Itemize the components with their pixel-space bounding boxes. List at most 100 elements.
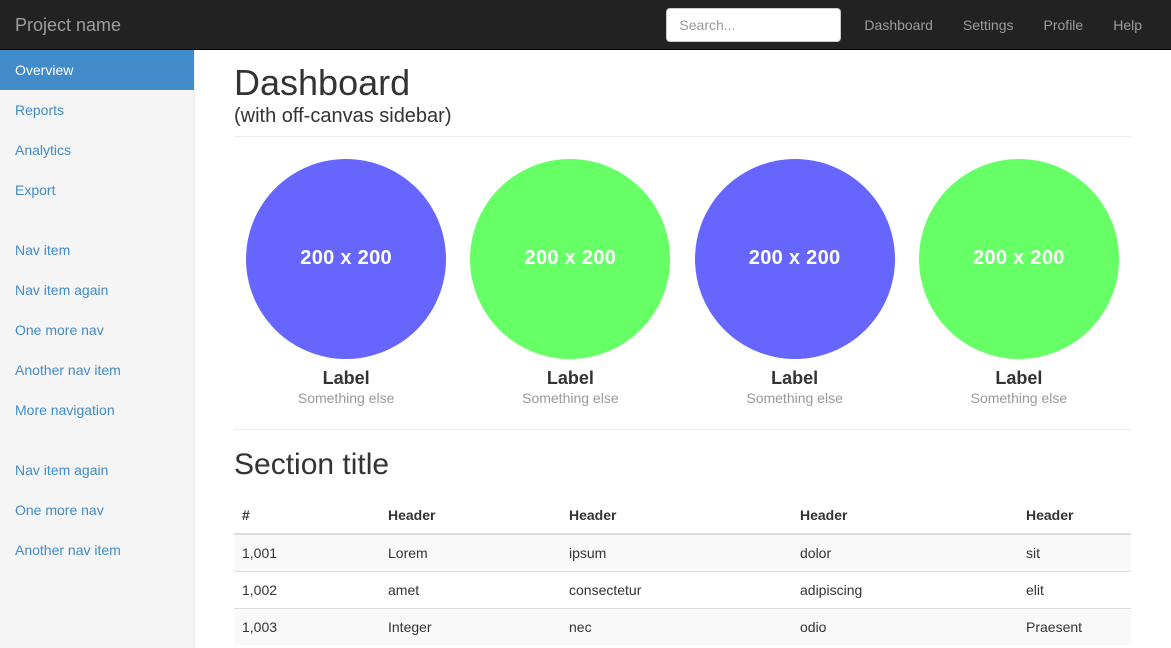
- circle-card: 200 x 200 Label Something else: [683, 158, 907, 409]
- table-cell-2-0: 1,003: [234, 608, 380, 646]
- nav-item-dashboard[interactable]: Dashboard: [849, 0, 948, 50]
- sidebar-item-nav-item-again-2[interactable]: Nav item again: [0, 450, 194, 490]
- table-row[interactable]: 1,003 Integer nec odio Praesent: [234, 608, 1131, 646]
- nav-item-profile[interactable]: Profile: [1029, 0, 1099, 50]
- sidebar-item-export[interactable]: Export: [0, 170, 194, 210]
- circle-thumbnail-2[interactable]: 200 x 200: [470, 158, 671, 359]
- circle-label-3: Label: [771, 367, 819, 388]
- sidebar-link-one-more-nav-2[interactable]: One more nav: [0, 490, 194, 530]
- table-row[interactable]: 1,002 amet consectetur adipiscing elit: [234, 571, 1131, 609]
- offcanvas-sidebar: Overview Reports Analytics Export Nav it…: [0, 50, 195, 648]
- sidebar-link-analytics[interactable]: Analytics: [0, 130, 194, 170]
- sidebar-item-one-more-nav[interactable]: One more nav: [0, 310, 194, 350]
- sidebar-item-reports[interactable]: Reports: [0, 90, 194, 130]
- navbar-links: Dashboard Settings Profile Help: [849, 0, 1157, 50]
- table-cell-1-2: consectetur: [561, 571, 792, 609]
- sidebar-link-one-more-nav[interactable]: One more nav: [0, 310, 194, 350]
- table-header-cell-4: Header: [1018, 497, 1131, 536]
- main-content: Dashboard (with off-canvas sidebar) 200 …: [195, 50, 1171, 648]
- sidebar-item-one-more-nav-2[interactable]: One more nav: [0, 490, 194, 530]
- circle-label-4: Label: [995, 367, 1043, 388]
- circle-caption-4: Something else: [970, 390, 1068, 407]
- data-table: # Header Header Header Header 1,001 Lore…: [234, 497, 1131, 646]
- sidebar-item-more-navigation[interactable]: More navigation: [0, 390, 194, 430]
- sidebar-divider-2: [0, 430, 194, 450]
- table-cell-1-1: amet: [380, 571, 561, 609]
- circle-card: 200 x 200 Label Something else: [907, 158, 1131, 409]
- sidebar-item-another-nav-item-2[interactable]: Another nav item: [0, 530, 194, 570]
- sidebar-link-another-nav-item-2[interactable]: Another nav item: [0, 530, 194, 570]
- nav-link-dashboard[interactable]: Dashboard: [849, 0, 948, 50]
- sidebar-item-analytics[interactable]: Analytics: [0, 130, 194, 170]
- table-cell-2-3: odio: [792, 608, 1018, 646]
- nav-link-profile[interactable]: Profile: [1029, 0, 1099, 50]
- circle-label-1: Label: [322, 367, 370, 388]
- sidebar-item-another-nav-item[interactable]: Another nav item: [0, 350, 194, 390]
- navbar-right-group: Dashboard Settings Profile Help: [666, 0, 1171, 50]
- section-title: Section title: [234, 448, 390, 482]
- circle-caption-2: Something else: [522, 390, 619, 407]
- sidebar-link-reports[interactable]: Reports: [0, 90, 194, 130]
- sidebar-link-more-navigation[interactable]: More navigation: [0, 390, 194, 430]
- search-input[interactable]: [666, 7, 842, 42]
- circle-placeholder-text-3: 200 x 200: [748, 247, 841, 270]
- page-title: Dashboard: [234, 63, 1131, 103]
- top-navbar: Project name Dashboard Settings Profile …: [0, 0, 1171, 50]
- circle-caption-1: Something else: [297, 390, 395, 407]
- sidebar-link-another-nav-item[interactable]: Another nav item: [0, 350, 194, 390]
- sidebar-link-nav-item[interactable]: Nav item: [0, 230, 194, 270]
- circle-card: 200 x 200 Label Something else: [234, 158, 458, 409]
- sidebar-link-overview[interactable]: Overview: [0, 50, 194, 90]
- page-subtitle: (with off-canvas sidebar): [234, 104, 452, 127]
- circle-card-row: 200 x 200 Label Something else 200 x 200…: [234, 157, 1131, 409]
- search-form: [666, 7, 842, 42]
- page-title-text: Dashboard: [234, 62, 411, 103]
- sidebar-link-nav-item-again[interactable]: Nav item again: [0, 270, 194, 310]
- circle-card: 200 x 200 Label Something else: [458, 158, 682, 409]
- table-header-cell-2: Header: [561, 497, 792, 536]
- nav-item-help[interactable]: Help: [1098, 0, 1157, 50]
- circle-placeholder-text-2: 200 x 200: [524, 247, 617, 270]
- circle-placeholder-text-1: 200 x 200: [300, 247, 392, 270]
- table-cell-0-1: Lorem: [380, 533, 561, 572]
- table-header-row: # Header Header Header Header: [234, 497, 1131, 536]
- circle-caption-3: Something else: [746, 390, 843, 407]
- table-cell-0-0: 1,001: [234, 533, 380, 572]
- table-header-cell-3: Header: [792, 497, 1018, 536]
- page-header: Dashboard (with off-canvas sidebar): [234, 63, 1131, 137]
- nav-link-settings[interactable]: Settings: [948, 0, 1029, 50]
- nav-item-settings[interactable]: Settings: [948, 0, 1029, 50]
- table-head: # Header Header Header Header: [234, 497, 1131, 536]
- table-cell-0-3: dolor: [792, 533, 1018, 572]
- table-cell-0-4: sit: [1018, 533, 1131, 572]
- circle-placeholder-text-4: 200 x 200: [973, 247, 1065, 270]
- circle-thumbnail-3[interactable]: 200 x 200: [694, 158, 895, 359]
- sidebar-link-nav-item-again-2[interactable]: Nav item again: [0, 450, 194, 490]
- table-cell-2-1: Integer: [380, 608, 561, 646]
- page-body: Overview Reports Analytics Export Nav it…: [0, 50, 1171, 648]
- nav-link-help[interactable]: Help: [1098, 0, 1157, 50]
- sidebar-item-nav-item-again[interactable]: Nav item again: [0, 270, 194, 310]
- table-header-cell-1: Header: [380, 497, 561, 536]
- sidebar-item-nav-item[interactable]: Nav item: [0, 230, 194, 270]
- circle-thumbnail-1[interactable]: 200 x 200: [246, 158, 447, 359]
- sidebar-group-tertiary: Nav item again One more nav Another nav …: [0, 450, 194, 570]
- table-cell-1-4: elit: [1018, 571, 1131, 609]
- sidebar-group-primary: Overview Reports Analytics Export: [0, 50, 194, 210]
- table-cell-1-0: 1,002: [234, 571, 380, 609]
- table-row[interactable]: 1,001 Lorem ipsum dolor sit: [234, 533, 1131, 572]
- table-cell-1-3: adipiscing: [792, 571, 1018, 609]
- sidebar-divider-1: [0, 210, 194, 230]
- section-divider: [234, 429, 1131, 431]
- table-cell-0-2: ipsum: [561, 533, 792, 572]
- sidebar-link-export[interactable]: Export: [0, 170, 194, 210]
- circle-label-2: Label: [546, 367, 594, 388]
- table-body: 1,001 Lorem ipsum dolor sit 1,002 amet c…: [234, 533, 1131, 646]
- sidebar-item-overview[interactable]: Overview: [0, 50, 194, 90]
- circle-thumbnail-4[interactable]: 200 x 200: [918, 158, 1119, 359]
- brand-link[interactable]: Project name: [0, 15, 121, 35]
- table-header-cell-0: #: [234, 497, 380, 536]
- table-cell-2-4: Praesent: [1018, 608, 1131, 646]
- table-cell-2-2: nec: [561, 608, 792, 646]
- sidebar-group-secondary: Nav item Nav item again One more nav Ano…: [0, 230, 194, 430]
